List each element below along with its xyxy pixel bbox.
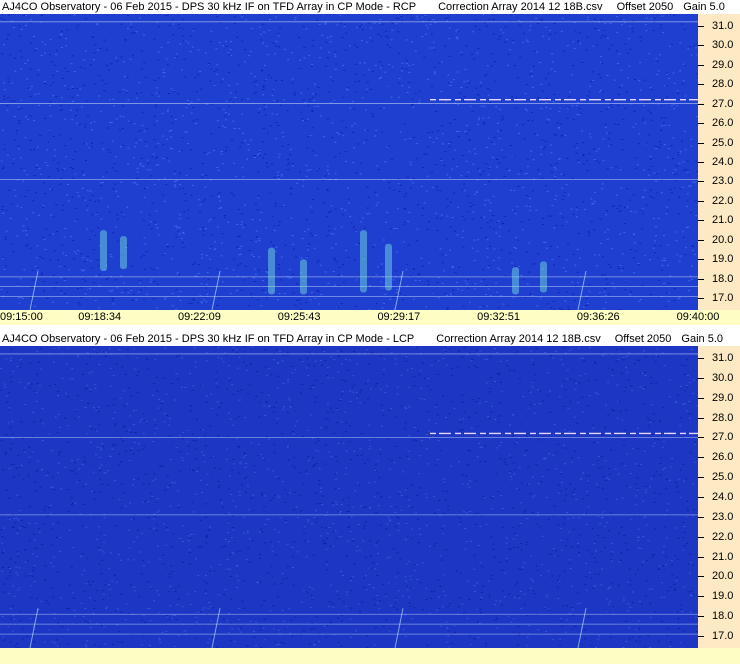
- rcp-y-tick-label: 17.0: [712, 292, 734, 305]
- rcp-y-tick: [698, 200, 704, 202]
- rcp-spectrogram-svg: [0, 14, 698, 310]
- rcp-y-tick-label: 31.0: [712, 19, 734, 32]
- lcp-title-bar: AJ4CO Observatory - 06 Feb 2015 - DPS 30…: [0, 332, 740, 346]
- lcp-y-tick-label: 21.0: [712, 550, 734, 563]
- rcp-y-tick: [698, 45, 704, 47]
- lcp-y-tick-label: 23.0: [712, 510, 734, 523]
- rcp-title: AJ4CO Observatory - 06 Feb 2015 - DPS 30…: [2, 1, 417, 13]
- lcp-spectrogram-svg: [0, 346, 698, 648]
- lcp-y-tick-label: 20.0: [712, 570, 734, 583]
- rcp-time-axis: 09:15:00 09:18:34 09:22:09 09:25:43 09:29:17…: [0, 310, 740, 325]
- rcp-y-tick-label: 19.0: [712, 253, 734, 266]
- lcp-y-tick: [698, 556, 704, 558]
- lcp-y-tick: [698, 516, 704, 518]
- rcp-y-tick-label: 23.0: [712, 175, 734, 188]
- rcp-offset: Offset 2050: [616, 1, 674, 13]
- lcp-y-tick-label: 28.0: [712, 411, 734, 424]
- rcp-y-tick: [698, 239, 704, 241]
- lcp-y-tick-label: 29.0: [712, 391, 734, 404]
- lcp-y-tick: [698, 536, 704, 538]
- rcp-y-tick-label: 20.0: [712, 233, 734, 246]
- lcp-title: AJ4CO Observatory - 06 Feb 2015 - DPS 30…: [2, 333, 415, 345]
- lcp-offset: Offset 2050: [614, 333, 672, 345]
- lcp-y-tick-label: 31.0: [712, 351, 734, 364]
- rcp-y-tick: [698, 142, 704, 144]
- lcp-y-tick-label: 19.0: [712, 590, 734, 603]
- lcp-gain: Gain 5.0: [681, 333, 723, 345]
- rcp-x-tick-label: 09:22:09: [178, 311, 221, 323]
- lcp-y-tick: [698, 616, 704, 618]
- lcp-correction: Correction Array 2014 12 18B.csv: [436, 333, 601, 345]
- rcp-spectrogram: [0, 14, 698, 310]
- rcp-x-tick-label: 09:15:00: [0, 311, 43, 323]
- rcp-y-tick-label: 29.0: [712, 58, 734, 71]
- rcp-x-tick-label: 09:18:34: [78, 311, 122, 323]
- rcp-y-tick-label: 25.0: [712, 136, 734, 149]
- rcp-x-tick-label: 09:40:00: [676, 311, 720, 323]
- rcp-y-tick-label: 21.0: [712, 214, 734, 227]
- lcp-y-tick: [698, 457, 704, 459]
- lcp-y-tick: [698, 576, 704, 578]
- rcp-y-tick-label: 26.0: [712, 117, 734, 130]
- lcp-panel: AJ4CO Observatory - 06 Feb 2015 - DPS 30…: [0, 332, 740, 648]
- rcp-y-tick: [698, 84, 704, 86]
- rcp-correction: Correction Array 2014 12 18B.csv: [438, 1, 603, 13]
- rcp-y-tick: [698, 181, 704, 183]
- rcp-y-tick: [698, 278, 704, 280]
- lcp-y-tick: [698, 497, 704, 498]
- lcp-y-tick-label: 22.0: [712, 530, 734, 543]
- lcp-y-tick: [698, 636, 704, 638]
- rcp-y-tick-label: 22.0: [712, 194, 734, 207]
- rcp-y-tick: [698, 298, 704, 300]
- rcp-x-tick-label: 09:25:43: [277, 311, 321, 323]
- lcp-y-tick: [698, 397, 704, 399]
- rcp-y-tick-label: 27.0: [712, 97, 734, 110]
- lcp-y-tick-label: 18.0: [712, 610, 734, 623]
- rcp-y-tick: [698, 64, 704, 66]
- rcp-panel: AJ4CO Observatory - 06 Feb 2015 - DPS 30…: [0, 0, 740, 326]
- rcp-x-tick-label: 09:29:17: [377, 311, 421, 323]
- rcp-frequency-axis: 31.0 30.0 29.0 28.0 27.0 26.0 25.0 24.0 23.0 22.0…: [698, 14, 740, 310]
- lcp-y-tick: [698, 417, 704, 419]
- lcp-y-tick: [698, 477, 704, 479]
- rcp-y-tick-label: 24.0: [712, 156, 734, 168]
- lcp-y-tick: [698, 437, 704, 439]
- rcp-y-tick-label: 30.0: [712, 39, 734, 52]
- lcp-frequency-axis: 31.0 30.0 29.0 28.0 27.0 26.0 25.0 24.0 23.0 22.0…: [698, 346, 740, 648]
- rcp-y-tick-label: 28.0: [712, 78, 734, 91]
- rcp-title-bar: AJ4CO Observatory - 06 Feb 2015 - DPS 30…: [0, 0, 740, 14]
- rcp-y-tick: [698, 220, 704, 222]
- lcp-y-tick-label: 25.0: [712, 471, 734, 484]
- bottom-status-bar: [0, 648, 740, 664]
- rcp-gain: Gain 5.0: [683, 1, 725, 13]
- rcp-y-tick: [698, 162, 704, 163]
- lcp-y-tick-label: 24.0: [712, 491, 734, 503]
- lcp-y-tick: [698, 357, 704, 359]
- rcp-x-tick-label: 09:36:26: [576, 311, 620, 323]
- lcp-y-tick: [698, 596, 704, 598]
- rcp-y-tick: [698, 259, 704, 261]
- rcp-y-tick-label: 18.0: [712, 272, 734, 285]
- rcp-y-tick: [698, 25, 704, 27]
- lcp-y-tick-label: 17.0: [712, 630, 734, 643]
- rcp-x-tick-label: 09:32:51: [477, 311, 520, 323]
- lcp-y-tick-label: 26.0: [712, 451, 734, 464]
- lcp-y-tick-label: 27.0: [712, 431, 734, 444]
- lcp-y-tick: [698, 377, 704, 379]
- lcp-y-tick-label: 30.0: [712, 371, 734, 384]
- rcp-y-tick: [698, 123, 704, 125]
- lcp-spectrogram: [0, 346, 698, 648]
- lcp-background: [0, 346, 698, 648]
- rcp-y-tick: [698, 103, 704, 105]
